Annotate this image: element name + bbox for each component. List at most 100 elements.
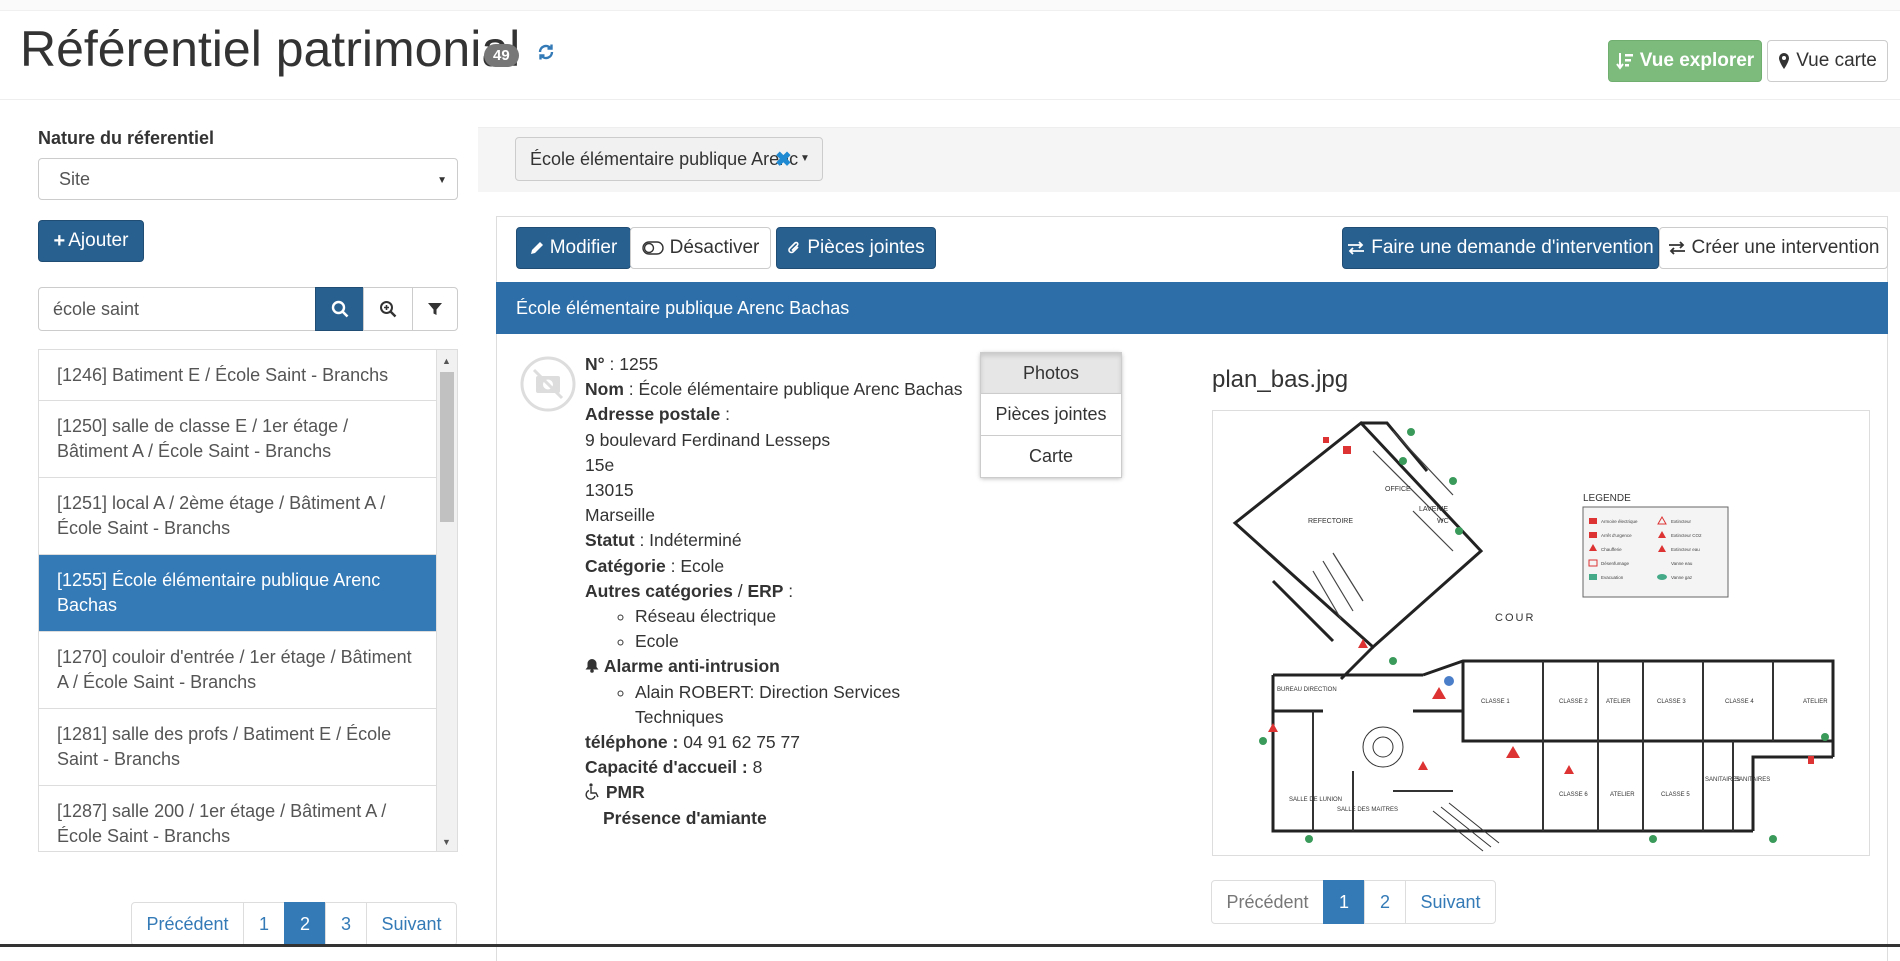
nom-row: Nom : École élémentaire publique Arenc B… bbox=[585, 379, 963, 400]
statut-row: Statut : Indéterminé bbox=[585, 530, 742, 551]
creer-intervention-button[interactable]: Créer une intervention bbox=[1659, 227, 1888, 269]
demande-intervention-button[interactable]: Faire une demande d'intervention bbox=[1342, 227, 1659, 269]
list-item-label: [1281] salle des profs / Batiment E / Éc… bbox=[57, 724, 392, 769]
list-item[interactable]: [1250] salle de classe E / 1er étage / B… bbox=[39, 401, 438, 478]
vue-carte-label: Vue carte bbox=[1796, 50, 1877, 71]
pieces-jointes-label: Pièces jointes bbox=[807, 237, 925, 258]
clear-filter-icon[interactable]: ✖ bbox=[775, 147, 792, 172]
plan-legend-item: Extincteur CO2 bbox=[1671, 533, 1702, 538]
list-item[interactable]: [1246] Batiment E / École Saint - Branch… bbox=[39, 350, 438, 401]
floor-plan-image[interactable]: REFECTOIRE OFFICE LAVERIE WC LEGENDE Arm… bbox=[1212, 410, 1870, 856]
filter-button[interactable] bbox=[412, 287, 458, 331]
zoom-search-button[interactable] bbox=[363, 287, 413, 331]
exchange-icon bbox=[1668, 241, 1685, 255]
sort-amount-icon bbox=[1615, 53, 1633, 70]
count-badge: 49 bbox=[484, 44, 519, 67]
statut-label: Statut bbox=[585, 530, 635, 551]
plan-pagination: Précédent 1 2 Suivant bbox=[1211, 880, 1496, 924]
wheelchair-icon bbox=[585, 783, 599, 801]
search-input[interactable]: école saint bbox=[38, 287, 316, 331]
plus-icon: + bbox=[53, 229, 66, 252]
vue-carte-button[interactable]: Vue carte bbox=[1767, 40, 1888, 82]
categorie-value: Ecole bbox=[680, 555, 725, 576]
pieces-jointes-button[interactable]: Pièces jointes bbox=[776, 227, 936, 269]
add-button[interactable]: + Ajouter bbox=[38, 220, 144, 262]
desactiver-label: Désactiver bbox=[669, 237, 760, 258]
scroll-thumb[interactable] bbox=[440, 372, 454, 522]
list-item-label: [1251] local A / 2ème étage / Bâtiment A… bbox=[57, 493, 386, 538]
pmr-row: PMR bbox=[585, 780, 965, 805]
toggle-off-icon bbox=[641, 241, 664, 255]
pagination-page-active[interactable]: 2 bbox=[284, 902, 326, 946]
adresse-line: 9 boulevard Ferdinand Lesseps bbox=[585, 429, 831, 450]
pagination-page-active[interactable]: 1 bbox=[1323, 880, 1365, 924]
erp-label: ERP bbox=[747, 580, 784, 601]
no-photo-icon bbox=[520, 356, 576, 412]
pagination-page[interactable]: 2 bbox=[1364, 880, 1406, 924]
plan-legend-item: Chaufferie bbox=[1601, 547, 1622, 552]
list-scrollbar[interactable]: ▲ ▼ bbox=[436, 350, 457, 851]
add-label: Ajouter bbox=[68, 230, 129, 251]
pagination-page[interactable]: 1 bbox=[243, 902, 285, 946]
amiante-row: Présence d'amiante bbox=[585, 806, 965, 831]
tab-photos[interactable]: Photos bbox=[980, 352, 1122, 394]
chevron-down-icon[interactable]: ▼ bbox=[800, 153, 810, 164]
list-item: Réseau électrique bbox=[635, 604, 965, 629]
numero-row: N° : 1255 bbox=[585, 354, 659, 374]
capacite-row: Capacité d'accueil : 8 bbox=[585, 755, 965, 780]
plan-room-label: SANITAIRES bbox=[1735, 777, 1770, 783]
tab-carte[interactable]: Carte bbox=[980, 436, 1122, 478]
pagination-page[interactable]: 3 bbox=[325, 902, 367, 946]
plan-legend-item: Extincteur eau bbox=[1671, 547, 1700, 552]
capacite-label: Capacité d'accueil : bbox=[585, 757, 748, 778]
capacite-value: 8 bbox=[752, 757, 763, 778]
plan-legend-item: Evacuation bbox=[1601, 575, 1624, 580]
pagination-next[interactable]: Suivant bbox=[1405, 880, 1496, 924]
list-item-label: [1287] salle 200 / 1er étage / Bâtiment … bbox=[57, 801, 387, 846]
list-item[interactable]: [1281] salle des profs / Batiment E / Éc… bbox=[39, 709, 438, 786]
list-item-label: [1250] salle de classe E / 1er étage / B… bbox=[57, 416, 349, 461]
search-button[interactable] bbox=[315, 287, 364, 331]
demande-intervention-label: Faire une demande d'intervention bbox=[1371, 237, 1654, 258]
plan-room-label: SALLE DE LUNION bbox=[1289, 797, 1342, 803]
list-item[interactable]: [1251] local A / 2ème étage / Bâtiment A… bbox=[39, 478, 438, 555]
tab-pieces-jointes[interactable]: Pièces jointes bbox=[980, 394, 1122, 436]
plan-label: COUR bbox=[1495, 612, 1535, 624]
modifier-button[interactable]: Modifier bbox=[516, 227, 631, 269]
search-icon bbox=[331, 300, 348, 318]
categorie-row: Catégorie : Ecole bbox=[585, 555, 725, 576]
plan-legend-item: Désenfumage bbox=[1601, 561, 1630, 566]
scroll-up-icon[interactable]: ▲ bbox=[442, 356, 451, 366]
autres-categories-list: Réseau électrique Ecole bbox=[585, 604, 965, 654]
plan-room-label: CLASSE 2 bbox=[1559, 699, 1588, 705]
plan-label: LAVERIE bbox=[1419, 506, 1448, 513]
results-list[interactable]: [1246] Batiment E / École Saint - Branch… bbox=[38, 349, 458, 852]
map-marker-icon bbox=[1779, 53, 1790, 69]
media-tabs: Photos Pièces jointes Carte bbox=[980, 352, 1122, 478]
adresse-line: 15e bbox=[585, 454, 615, 475]
statut-value: Indéterminé bbox=[649, 530, 742, 551]
panel-title: École élémentaire publique Arenc Bachas bbox=[496, 282, 1888, 334]
vue-explorer-button[interactable]: Vue explorer bbox=[1608, 40, 1762, 82]
vue-explorer-label: Vue explorer bbox=[1639, 50, 1755, 71]
list-item[interactable]: [1270] couloir d'entrée / 1er étage / Bâ… bbox=[39, 632, 438, 709]
refresh-icon[interactable] bbox=[534, 40, 558, 64]
pagination-prev[interactable]: Précédent bbox=[1211, 880, 1324, 924]
list-item-selected[interactable]: [1255] École élémentaire publique Arenc … bbox=[39, 555, 438, 632]
nature-select[interactable]: Site ▼ bbox=[38, 158, 458, 200]
pagination-next[interactable]: Suivant bbox=[366, 902, 457, 946]
autres-categories-row: Autres catégories / ERP : bbox=[585, 580, 794, 601]
pagination-prev[interactable]: Précédent bbox=[131, 902, 244, 946]
desactiver-button[interactable]: Désactiver bbox=[630, 227, 771, 269]
plan-label: WC bbox=[1437, 518, 1449, 525]
nom-label: Nom bbox=[585, 379, 624, 400]
plan-room-label: CLASSE 4 bbox=[1725, 699, 1754, 705]
alarme-row: Alarme anti-intrusion bbox=[585, 654, 965, 679]
scroll-down-icon[interactable]: ▼ bbox=[442, 837, 451, 847]
plan-legend-title: LEGENDE bbox=[1583, 493, 1631, 504]
telephone-label: téléphone : bbox=[585, 732, 679, 753]
plan-room-label: BUREAU DIRECTION bbox=[1277, 687, 1337, 693]
plan-room-label: CLASSE 5 bbox=[1661, 792, 1690, 798]
list-item[interactable]: [1287] salle 200 / 1er étage / Bâtiment … bbox=[39, 786, 438, 851]
plan-room-label: SALLE DES MAITRES bbox=[1337, 807, 1398, 813]
